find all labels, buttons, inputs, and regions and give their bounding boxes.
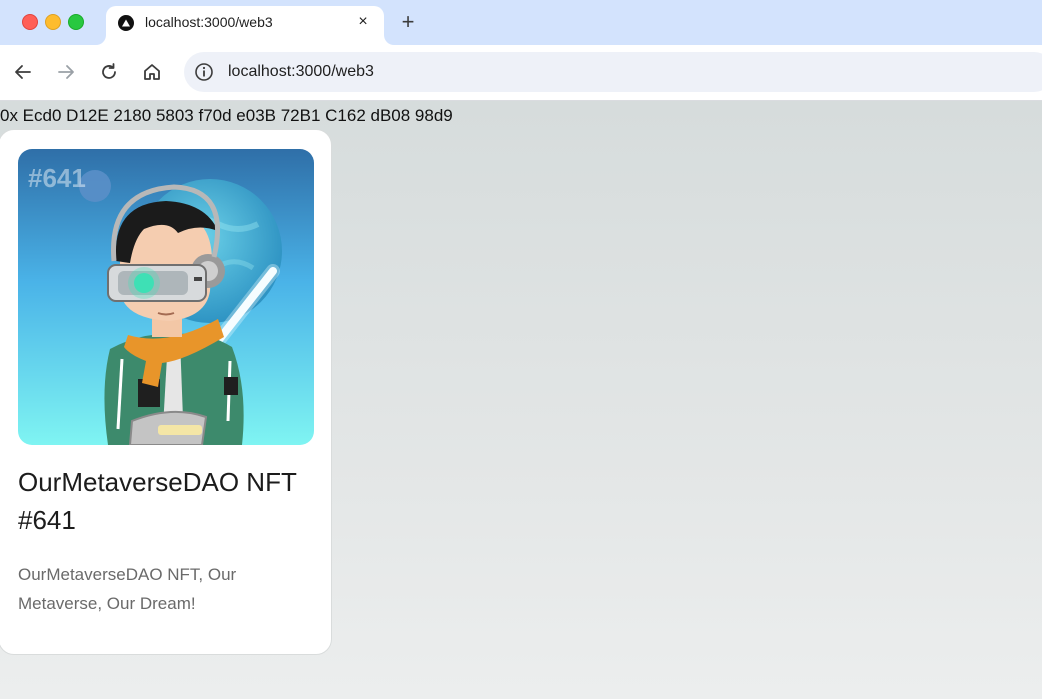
home-icon[interactable] — [140, 60, 164, 84]
url-text[interactable]: localhost:3000/web3 — [228, 63, 374, 81]
nft-card[interactable]: #641 OurMetaverseDAO NFT #641 OurMetaver… — [0, 129, 332, 655]
window-close-button[interactable] — [22, 14, 38, 30]
tab-title: localhost:3000/web3 — [145, 14, 273, 30]
close-icon[interactable]: × — [353, 12, 373, 32]
browser-tab[interactable]: localhost:3000/web3 × — [106, 6, 384, 45]
nft-title: OurMetaverseDAO NFT #641 — [18, 467, 297, 535]
tab-strip: localhost:3000/web3 × + — [0, 0, 1042, 45]
nft-avatar-illustration: #641 — [18, 149, 314, 445]
nft-description: OurMetaverseDAO NFT, Our Metaverse, Our … — [18, 565, 237, 613]
page-viewport: 0x Ecd0 D12E 2180 5803 f70d e03B 72B1 C1… — [0, 101, 1042, 699]
nft-badge: #641 — [28, 163, 86, 193]
back-arrow-icon[interactable] — [11, 60, 35, 84]
forward-arrow-icon[interactable] — [54, 60, 78, 84]
reload-icon[interactable] — [97, 60, 121, 84]
address-bar[interactable]: localhost:3000/web3 — [184, 52, 1042, 92]
window-minimize-button[interactable] — [45, 14, 61, 30]
vercel-triangle-icon — [118, 15, 134, 31]
site-info-icon[interactable] — [194, 62, 214, 82]
nft-image: #641 — [18, 149, 314, 445]
wallet-address: 0x Ecd0 D12E 2180 5803 f70d e03B 72B1 C1… — [0, 106, 453, 125]
window-maximize-button[interactable] — [68, 14, 84, 30]
browser-toolbar: localhost:3000/web3 — [0, 45, 1042, 101]
plus-icon[interactable]: + — [396, 10, 420, 34]
